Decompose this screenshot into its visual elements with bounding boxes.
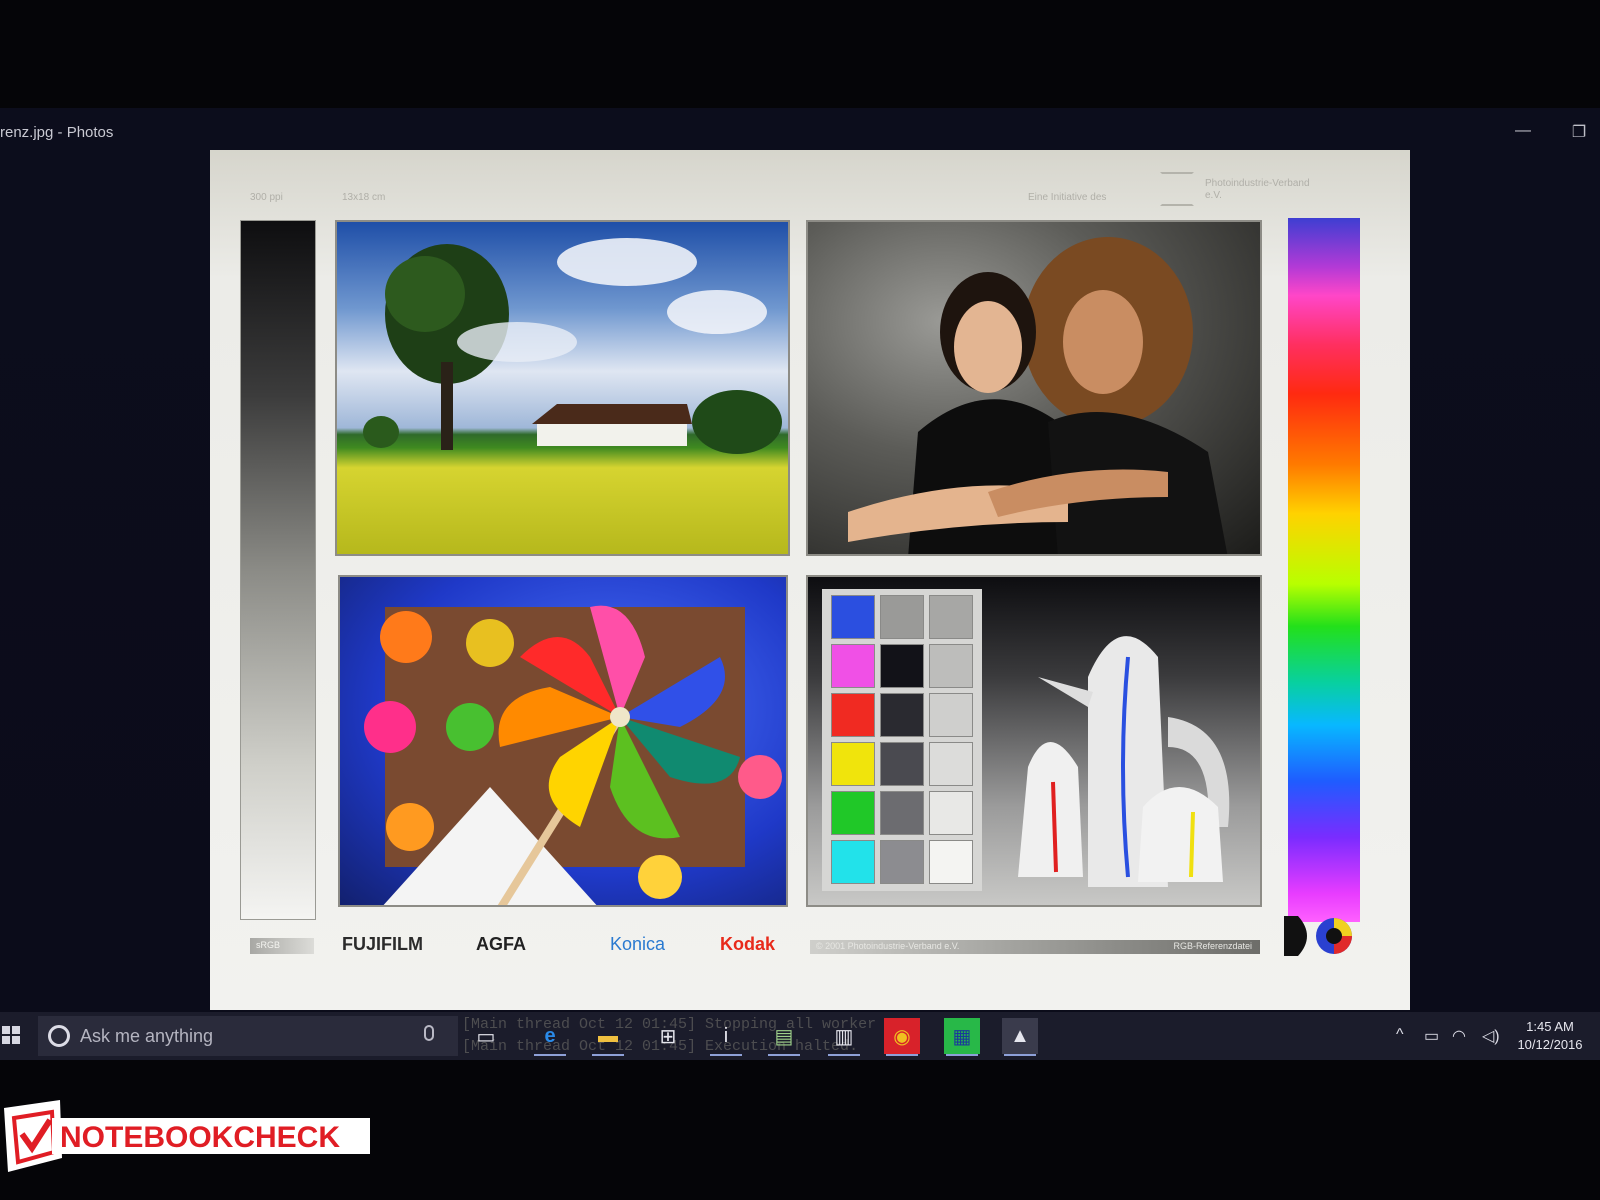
show-hidden-icons-button[interactable]: ^ <box>1396 1026 1404 1044</box>
swatch-magenta <box>831 644 875 688</box>
landscape-photo <box>335 220 790 556</box>
portrait-photo <box>806 220 1262 556</box>
pinwheel-photo <box>338 575 788 907</box>
portrait-scene <box>848 237 1228 554</box>
brand-konica: Konica <box>610 934 666 954</box>
swatch-gray-2 <box>929 595 973 639</box>
reference-file-bar: © 2001 Photoindustrie-Verband e.V. RGB-R… <box>810 940 1260 954</box>
store-icon[interactable]: ⊞ <box>650 1018 686 1054</box>
swatch-gray-7 <box>880 791 924 835</box>
window-title: renz.jpg - Photos <box>0 124 114 141</box>
task-view-icon[interactable]: ▭ <box>468 1018 504 1054</box>
clock-date: 10/12/2016 <box>1517 1037 1583 1052</box>
watermark-text: NOTEBOOKCHECK <box>60 1121 340 1154</box>
restore-button[interactable]: ❐ <box>1566 122 1592 142</box>
app-titlebar: renz.jpg - Photos — ❐ <box>0 120 1600 150</box>
copyright-text: © 2001 Photoindustrie-Verband e.V. <box>816 941 960 951</box>
swatch-yellow <box>831 742 875 786</box>
brand-kodak: Kodak <box>720 934 776 954</box>
taskbar: Ask me anything [Main thread Oct 12 01:4… <box>0 1012 1600 1060</box>
swatch-gray-5 <box>880 742 924 786</box>
srgb-label: sRGB <box>250 938 314 954</box>
swatch-gray-9 <box>880 840 924 884</box>
verband-name: Photoindustrie-Verband e.V. <box>1205 178 1310 201</box>
minimize-button[interactable]: — <box>1510 122 1536 140</box>
photo-viewer-image: 300 ppi 13x18 cm Eine Initiative des Pho… <box>210 150 1410 1010</box>
wifi-icon[interactable]: ◠ <box>1452 1026 1466 1046</box>
monitor-screen: renz.jpg - Photos — ❐ 300 ppi 13x18 cm E… <box>0 108 1600 1060</box>
swatch-gray-1 <box>880 595 924 639</box>
swatch-cyan <box>831 840 875 884</box>
cortana-icon[interactable] <box>48 1025 70 1047</box>
search-placeholder: Ask me anything <box>80 1026 214 1046</box>
color-swatch-chart <box>822 589 982 891</box>
brand-agfa: AGFA <box>476 934 527 954</box>
photos-icon[interactable]: ▲ <box>1002 1018 1038 1056</box>
microphone-icon[interactable] <box>424 1025 434 1041</box>
gpu-tool-icon[interactable]: ▦ <box>944 1018 980 1056</box>
size-label: 13x18 cm <box>342 192 386 203</box>
initiative-label: Eine Initiative des <box>1028 192 1107 203</box>
file-explorer-icon[interactable]: ▬ <box>590 1018 626 1056</box>
volume-icon[interactable]: ◁) <box>1482 1026 1500 1046</box>
resolution-label: 300 ppi <box>250 192 283 203</box>
swatch-dark-gray <box>880 693 924 737</box>
notepad-icon[interactable]: ▤ <box>766 1018 802 1056</box>
monitor-tool-icon[interactable]: ▥ <box>826 1018 862 1056</box>
swatch-green <box>831 791 875 835</box>
swatch-gray-4 <box>929 693 973 737</box>
porcelain-still-life <box>1018 636 1230 887</box>
swatch-gray-6 <box>929 742 973 786</box>
reference-file-label: RGB-Referenzdatei <box>1173 941 1252 951</box>
color-chart-still-life-photo <box>806 575 1262 907</box>
swatch-red <box>831 693 875 737</box>
landscape-tree-scene <box>363 238 782 454</box>
verband-logo-icon <box>1160 172 1194 206</box>
swatch-gray-8 <box>929 791 973 835</box>
start-button[interactable] <box>0 1022 30 1050</box>
clock-time: 1:45 AM <box>1526 1019 1574 1034</box>
battery-icon[interactable]: ▭ <box>1424 1026 1439 1046</box>
search-box[interactable]: Ask me anything <box>38 1016 458 1056</box>
dq-logo-icon <box>1284 916 1352 956</box>
windows-logo-icon <box>2 1026 10 1034</box>
brand-fujifilm: FUJIFILM <box>342 934 423 954</box>
grayscale-wedge <box>240 220 316 920</box>
swatch-blue <box>831 595 875 639</box>
benchmark-icon[interactable]: ◉ <box>884 1018 920 1056</box>
notebookcheck-watermark: NOTEBOOKCHECK <box>4 1100 370 1172</box>
color-spectrum-strip <box>1288 218 1360 922</box>
pinwheel-scene <box>364 605 782 905</box>
edge-icon[interactable]: e <box>532 1018 568 1056</box>
taskbar-clock[interactable]: 1:45 AM 10/12/2016 <box>1512 1018 1588 1054</box>
swatch-white <box>929 840 973 884</box>
tool-icon[interactable]: i <box>708 1018 744 1056</box>
swatch-black <box>880 644 924 688</box>
swatch-gray-3 <box>929 644 973 688</box>
